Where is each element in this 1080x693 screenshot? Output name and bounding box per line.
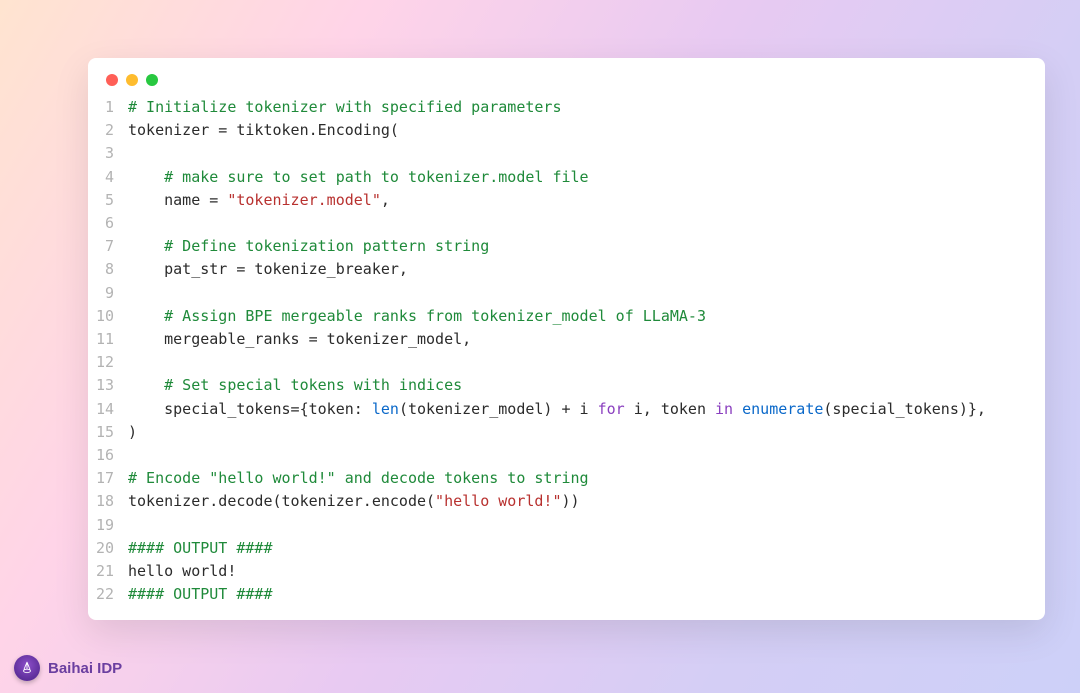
line-number: 6 xyxy=(88,212,128,235)
footer: Baihai IDP xyxy=(14,655,122,681)
code-line: 2tokenizer = tiktoken.Encoding( xyxy=(88,119,1045,142)
line-number: 7 xyxy=(88,235,128,258)
line-number: 17 xyxy=(88,467,128,490)
line-number: 15 xyxy=(88,421,128,444)
code-line: 6 xyxy=(88,212,1045,235)
code-line: 17# Encode "hello world!" and decode tok… xyxy=(88,467,1045,490)
line-content: # Encode "hello world!" and decode token… xyxy=(128,467,1045,490)
code-card: 1# Initialize tokenizer with specified p… xyxy=(88,58,1045,620)
line-content: special_tokens={token: len(tokenizer_mod… xyxy=(128,398,1045,421)
brand-logo-icon xyxy=(14,655,40,681)
line-number: 11 xyxy=(88,328,128,351)
line-number: 9 xyxy=(88,282,128,305)
code-line: 22#### OUTPUT #### xyxy=(88,583,1045,606)
code-line: 15) xyxy=(88,421,1045,444)
line-content: # Assign BPE mergeable ranks from tokeni… xyxy=(128,305,1045,328)
brand-text: Baihai IDP xyxy=(48,660,122,677)
line-content: # Set special tokens with indices xyxy=(128,374,1045,397)
code-line: 11 mergeable_ranks = tokenizer_model, xyxy=(88,328,1045,351)
code-line: 9 xyxy=(88,282,1045,305)
line-content xyxy=(128,351,1045,374)
line-content: tokenizer.decode(tokenizer.encode("hello… xyxy=(128,490,1045,513)
line-number: 22 xyxy=(88,583,128,606)
line-content xyxy=(128,444,1045,467)
line-content xyxy=(128,142,1045,165)
code-line: 7 # Define tokenization pattern string xyxy=(88,235,1045,258)
line-content xyxy=(128,514,1045,537)
line-content: name = "tokenizer.model", xyxy=(128,189,1045,212)
code-line: 4 # make sure to set path to tokenizer.m… xyxy=(88,166,1045,189)
line-content xyxy=(128,282,1045,305)
code-line: 10 # Assign BPE mergeable ranks from tok… xyxy=(88,305,1045,328)
code-line: 5 name = "tokenizer.model", xyxy=(88,189,1045,212)
line-content: pat_str = tokenize_breaker, xyxy=(128,258,1045,281)
code-line: 13 # Set special tokens with indices xyxy=(88,374,1045,397)
line-number: 1 xyxy=(88,96,128,119)
line-content: # make sure to set path to tokenizer.mod… xyxy=(128,166,1045,189)
line-number: 4 xyxy=(88,166,128,189)
line-number: 20 xyxy=(88,537,128,560)
line-content: # Initialize tokenizer with specified pa… xyxy=(128,96,1045,119)
line-content: #### OUTPUT #### xyxy=(128,583,1045,606)
code-line: 20#### OUTPUT #### xyxy=(88,537,1045,560)
line-content: ) xyxy=(128,421,1045,444)
line-number: 16 xyxy=(88,444,128,467)
line-content: tokenizer = tiktoken.Encoding( xyxy=(128,119,1045,142)
line-number: 2 xyxy=(88,119,128,142)
line-number: 8 xyxy=(88,258,128,281)
line-number: 19 xyxy=(88,514,128,537)
zoom-icon[interactable] xyxy=(146,74,158,86)
line-content xyxy=(128,212,1045,235)
line-content: # Define tokenization pattern string xyxy=(128,235,1045,258)
code-block: 1# Initialize tokenizer with specified p… xyxy=(88,92,1045,606)
line-number: 12 xyxy=(88,351,128,374)
line-number: 14 xyxy=(88,398,128,421)
line-number: 10 xyxy=(88,305,128,328)
code-line: 19 xyxy=(88,514,1045,537)
code-line: 18tokenizer.decode(tokenizer.encode("hel… xyxy=(88,490,1045,513)
line-content: mergeable_ranks = tokenizer_model, xyxy=(128,328,1045,351)
close-icon[interactable] xyxy=(106,74,118,86)
code-line: 21hello world! xyxy=(88,560,1045,583)
code-line: 8 pat_str = tokenize_breaker, xyxy=(88,258,1045,281)
line-number: 18 xyxy=(88,490,128,513)
code-line: 16 xyxy=(88,444,1045,467)
code-line: 12 xyxy=(88,351,1045,374)
code-line: 14 special_tokens={token: len(tokenizer_… xyxy=(88,398,1045,421)
line-content: #### OUTPUT #### xyxy=(128,537,1045,560)
minimize-icon[interactable] xyxy=(126,74,138,86)
line-number: 21 xyxy=(88,560,128,583)
window-titlebar xyxy=(88,58,1045,92)
line-number: 5 xyxy=(88,189,128,212)
line-number: 13 xyxy=(88,374,128,397)
code-line: 3 xyxy=(88,142,1045,165)
line-number: 3 xyxy=(88,142,128,165)
line-content: hello world! xyxy=(128,560,1045,583)
code-line: 1# Initialize tokenizer with specified p… xyxy=(88,96,1045,119)
